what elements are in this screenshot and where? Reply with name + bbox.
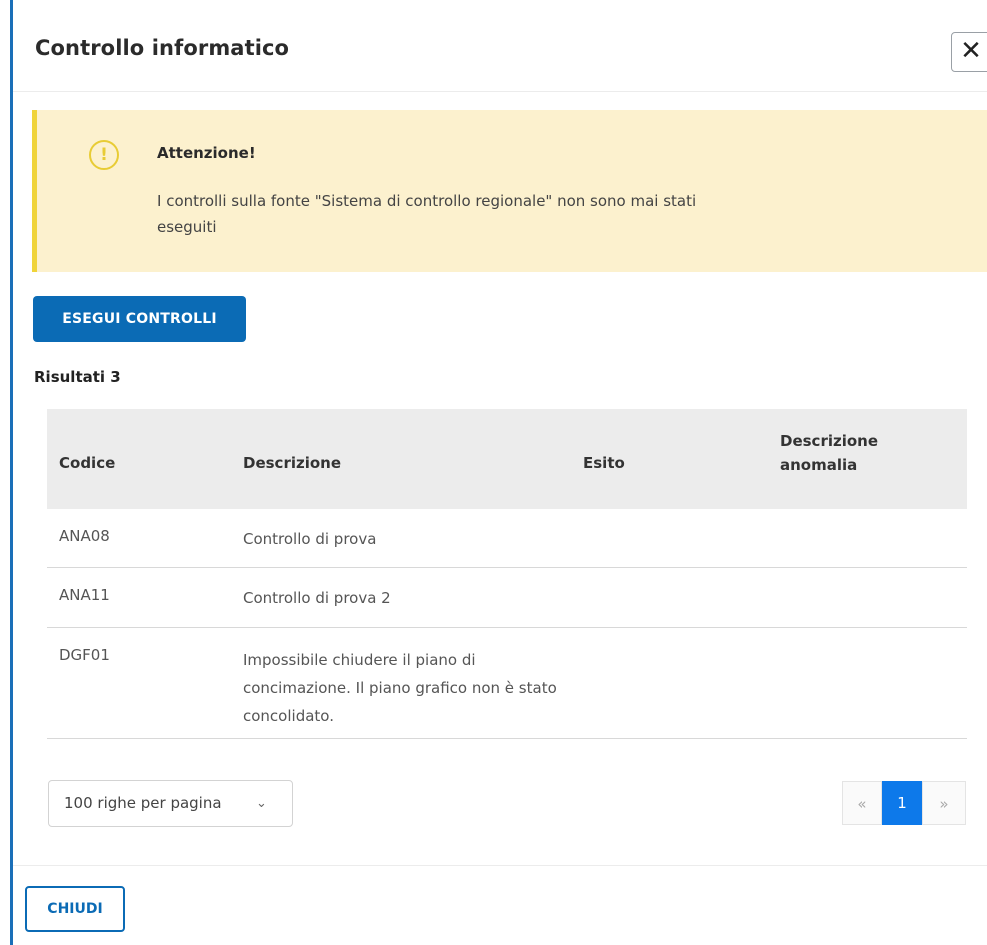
column-header-outcome: Esito xyxy=(583,454,625,472)
footer-divider xyxy=(13,865,987,866)
alert-message: I controlli sulla fonte "Sistema di cont… xyxy=(157,192,697,236)
row-code: DGF01 xyxy=(59,646,110,664)
controllo-informatico-dialog: Controllo informatico ✕ ! Attenzione! I … xyxy=(13,0,987,945)
row-description: Controllo di prova xyxy=(243,530,377,548)
dialog-title: Controllo informatico xyxy=(35,36,290,60)
row-description: Impossibile chiudere il piano di concima… xyxy=(243,651,557,725)
column-header-anomaly: Descrizione anomalia xyxy=(780,432,879,474)
results-count: Risultati 3 xyxy=(34,368,121,386)
pagination-prev-button[interactable]: « xyxy=(842,781,882,825)
table-header: Codice Descrizione Esito Descrizione ano… xyxy=(47,409,967,509)
chevron-down-icon: ⌄ xyxy=(256,796,267,811)
table-row: ANA08 Controllo di prova xyxy=(47,509,967,568)
warning-alert: ! Attenzione! I controlli sulla fonte "S… xyxy=(32,110,987,272)
dialog-header: Controllo informatico ✕ xyxy=(13,0,987,92)
row-code: ANA08 xyxy=(59,527,110,545)
close-icon[interactable]: ✕ xyxy=(951,32,987,72)
row-description: Controllo di prova 2 xyxy=(243,589,391,607)
column-header-code: Codice xyxy=(59,454,116,472)
row-code: ANA11 xyxy=(59,586,110,604)
pagination-next-button[interactable]: » xyxy=(922,781,966,825)
warning-icon: ! xyxy=(89,140,119,170)
table-row: ANA11 Controllo di prova 2 xyxy=(47,568,967,628)
close-button[interactable]: CHIUDI xyxy=(25,886,125,932)
pagination-page-1[interactable]: 1 xyxy=(882,781,922,825)
results-table: Codice Descrizione Esito Descrizione ano… xyxy=(47,409,967,739)
column-header-description: Descrizione xyxy=(243,454,342,472)
run-checks-button[interactable]: ESEGUI CONTROLLI xyxy=(33,296,246,342)
rows-per-page-select[interactable]: 100 righe per pagina ⌄ xyxy=(48,780,293,827)
table-row: DGF01 Impossibile chiudere il piano di c… xyxy=(47,628,967,739)
alert-title: Attenzione! xyxy=(157,144,256,162)
rows-per-page-label: 100 righe per pagina xyxy=(64,794,222,812)
